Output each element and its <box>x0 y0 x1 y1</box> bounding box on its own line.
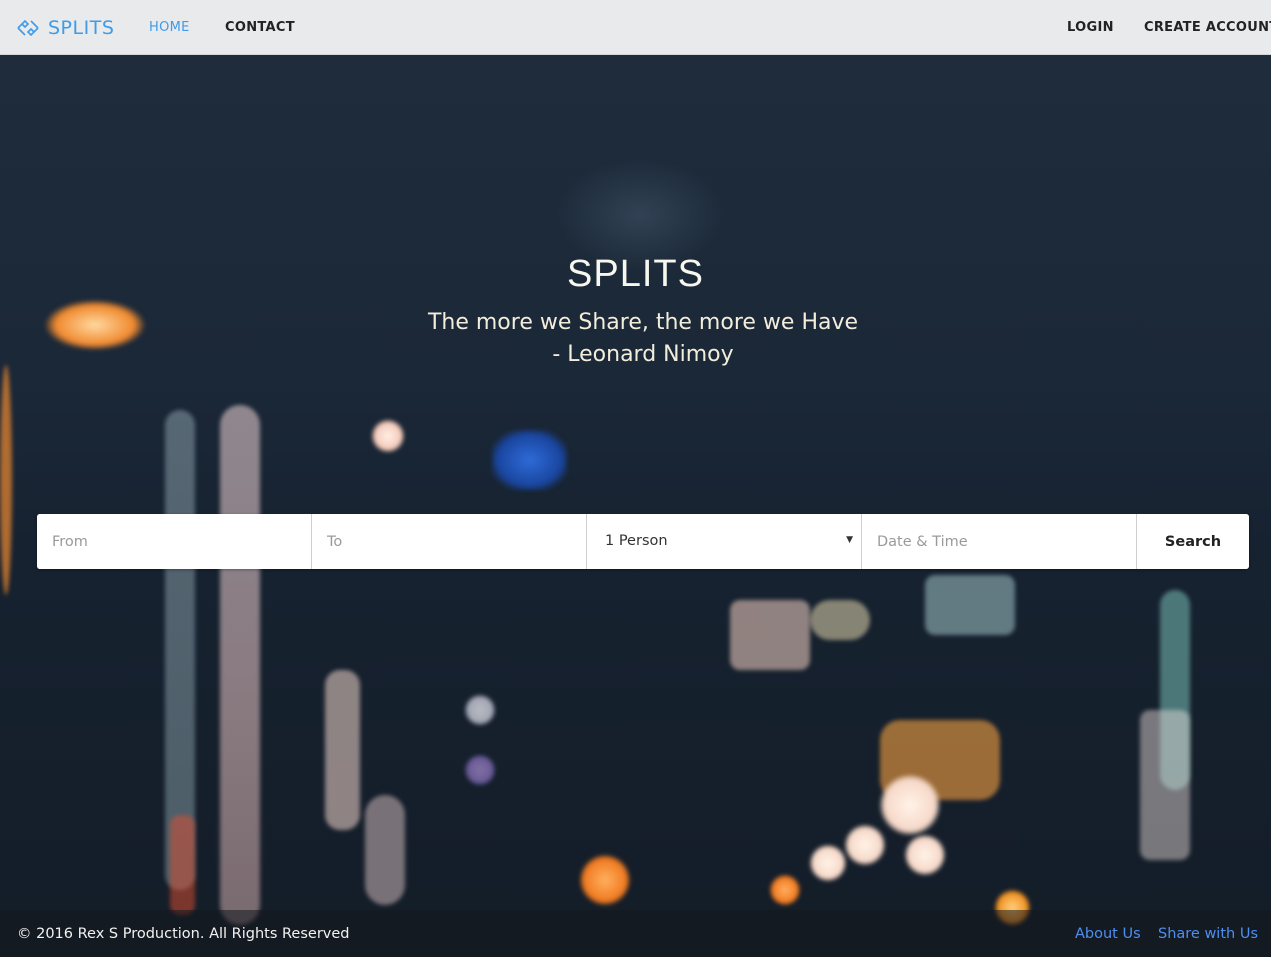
bokeh-light <box>465 695 495 725</box>
bokeh-light <box>492 430 567 490</box>
bokeh-light <box>325 670 360 830</box>
to-input[interactable] <box>312 514 587 569</box>
bokeh-light <box>1140 710 1190 860</box>
hero-quote: The more we Share, the more we Have <box>427 310 859 335</box>
persons-select[interactable]: 1 Person ▼ <box>587 514 862 569</box>
from-input[interactable] <box>37 514 312 569</box>
bokeh-light <box>925 575 1015 635</box>
brand-name: SPLITS <box>48 16 115 39</box>
persons-selected-value: 1 Person <box>605 533 668 549</box>
caret-down-icon: ▼ <box>846 535 853 545</box>
bokeh-light <box>465 755 495 785</box>
hero-quote-author: - Leonard Nimoy <box>552 342 734 367</box>
search-button[interactable]: Search <box>1137 514 1249 569</box>
nav-home-link[interactable]: HOME <box>149 0 190 55</box>
splits-logo-icon <box>17 19 39 36</box>
bokeh-light <box>365 795 405 905</box>
bokeh-light <box>810 845 846 881</box>
hero-background: SPLITS The more we Share, the more we Ha… <box>0 55 1271 957</box>
share-with-us-link[interactable]: Share with Us <box>1158 910 1258 957</box>
bokeh-light <box>880 775 940 835</box>
footer-bar: © 2016 Rex S Production. All Rights Rese… <box>0 910 1271 957</box>
copyright-text: © 2016 Rex S Production. All Rights Rese… <box>17 926 350 942</box>
about-us-link[interactable]: About Us <box>1075 910 1141 957</box>
top-navbar: SPLITS HOME CONTACT LOGIN CREATE ACCOUNT <box>0 0 1271 55</box>
date-time-input[interactable] <box>862 514 1137 569</box>
bokeh-light <box>730 600 810 670</box>
bokeh-light <box>372 420 404 452</box>
nav-contact-link[interactable]: CONTACT <box>225 0 295 55</box>
bokeh-light <box>170 815 195 915</box>
ride-search-form: 1 Person ▼ Search <box>37 514 1249 569</box>
bokeh-light <box>770 875 800 905</box>
bokeh-light <box>0 365 12 595</box>
bokeh-light <box>845 825 885 865</box>
bokeh-light <box>220 405 260 925</box>
bokeh-light <box>905 835 945 875</box>
hero-title: SPLITS <box>567 253 704 295</box>
nav-login-link[interactable]: LOGIN <box>1067 0 1114 55</box>
brand-logo-link[interactable]: SPLITS <box>16 0 114 55</box>
bokeh-light <box>810 600 870 640</box>
bokeh-light <box>580 855 630 905</box>
nav-create-account-link[interactable]: CREATE ACCOUNT <box>1144 0 1271 55</box>
